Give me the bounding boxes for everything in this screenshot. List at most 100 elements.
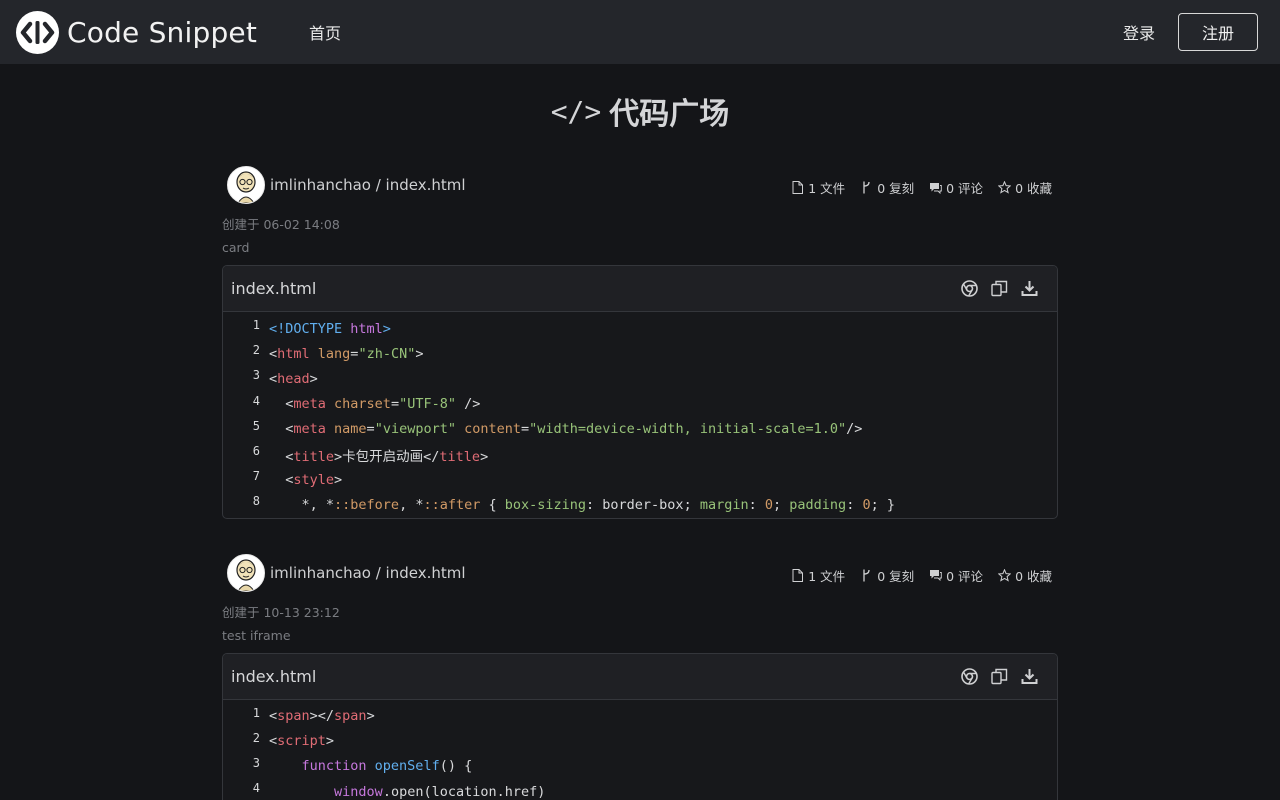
line-number: 6 (252, 443, 260, 458)
code-token: < (269, 708, 278, 725)
stars-label: 0 收藏 (1015, 181, 1052, 196)
nav-home-link[interactable]: 首页 (309, 20, 341, 44)
code-token: () { (439, 758, 473, 775)
code-text: <html lang="zh-CN"> (269, 346, 423, 362)
code-token: <!DOCTYPE (269, 320, 351, 337)
code-text: <meta name="viewport" content="width=dev… (269, 421, 862, 437)
register-button[interactable]: 注册 (1178, 13, 1258, 51)
code-token: window (334, 783, 383, 800)
code-token: lang (317, 345, 351, 362)
files-count[interactable]: 1 文件 (790, 566, 845, 585)
download-icon[interactable] (1019, 666, 1039, 686)
code-line: 7 <style> (223, 467, 1057, 492)
code-token: < (269, 733, 278, 750)
line-number: 2 (252, 730, 260, 745)
code-token: ::after (423, 496, 481, 513)
code-token: .open(location.href) (382, 783, 546, 800)
code-token: name (334, 421, 367, 438)
copy-icon[interactable] (989, 279, 1009, 299)
code-token: < (269, 421, 294, 438)
snippet-description: card (222, 240, 250, 255)
files-count[interactable]: 1 文件 (790, 178, 845, 197)
code-line: 5 <meta name="viewport" content="width=d… (223, 417, 1057, 442)
code-token: , * (399, 496, 424, 513)
created-time: 创建于 06-02 14:08 (222, 217, 340, 232)
brand-link[interactable]: Code Snippet (16, 10, 257, 54)
star-icon (997, 181, 1011, 195)
file-name: index.html (231, 279, 317, 298)
stars-count[interactable]: 0 收藏 (997, 178, 1052, 197)
code-line: 1 <!DOCTYPE html> (223, 316, 1057, 341)
code-token: < (269, 448, 294, 465)
code-token: title (439, 448, 481, 465)
code-token: html (350, 320, 383, 337)
file-panel: index.html 1 <!DOCTYPE html> 2 <html lang="… (222, 265, 1058, 519)
line-number: 2 (252, 343, 260, 358)
code-token: "viewport" (374, 421, 465, 438)
page-title-text: 代码广场 (609, 97, 730, 132)
code-line: 3 function openSelf() { (223, 754, 1057, 779)
code-token: < (269, 396, 294, 413)
code-token: margin (699, 496, 749, 513)
code-text: <!DOCTYPE html> (269, 321, 391, 337)
chrome-icon[interactable] (959, 279, 979, 299)
line-number: 3 (252, 755, 260, 770)
snippet-title-link[interactable]: imlinhanchao / index.html (270, 176, 466, 194)
code-token: "width=device-width, initial-scale=1.0" (529, 421, 847, 438)
logo-icon (16, 10, 59, 54)
code-token: /> (455, 396, 481, 413)
snippet-description: test iframe (222, 627, 291, 643)
forks-count[interactable]: 0 复刻 (859, 178, 914, 197)
code-line: 2 <html lang="zh-CN"> (223, 341, 1057, 366)
files-label: 1 文件 (808, 181, 846, 196)
code-text: <meta charset="UTF-8" /> (269, 396, 480, 412)
code-token: ; (773, 496, 790, 513)
code-token: = (390, 396, 400, 413)
code-token: > (382, 320, 391, 337)
code-line: 4 window.open(location.href) (223, 779, 1057, 800)
fork-icon (859, 568, 873, 582)
code-token: : (846, 496, 863, 513)
comments-label: 0 评论 (946, 568, 984, 584)
code-text: <style> (269, 472, 342, 488)
code-token: 0 (764, 496, 774, 513)
code-text: <script> (269, 733, 334, 749)
code-token: span (277, 708, 310, 725)
copy-icon[interactable] (989, 666, 1009, 686)
forks-count[interactable]: 0 复刻 (859, 566, 914, 585)
code-line: 4 <meta charset="UTF-8" /> (223, 392, 1057, 417)
stars-count[interactable]: 0 收藏 (997, 566, 1052, 585)
line-number: 8 (252, 494, 260, 509)
file-icon (790, 181, 804, 195)
code-text: *, *::before, *::after { box-sizing: bor… (269, 497, 895, 513)
code-token: >卡包开启动画</ (334, 448, 440, 465)
code-text: <title>卡包开启动画</title> (269, 445, 488, 465)
code-token: > (334, 471, 343, 488)
chrome-icon[interactable] (959, 666, 979, 686)
code-token: padding (789, 496, 847, 513)
star-icon (997, 568, 1011, 582)
code-token: meta (293, 421, 335, 438)
code-token: 0 (862, 496, 871, 513)
login-link[interactable]: 登录 (1123, 20, 1155, 44)
avatar[interactable] (227, 166, 265, 204)
code-token: script (277, 733, 326, 750)
snippet-card: imlinhanchao / index.html 1 文件 0 复刻 0 评论… (222, 553, 1058, 800)
code-token: function (301, 758, 375, 775)
comments-count[interactable]: 0 评论 (928, 178, 983, 197)
line-number: 3 (252, 368, 260, 383)
line-number: 5 (252, 418, 260, 433)
avatar[interactable] (227, 553, 265, 592)
comment-icon (928, 181, 942, 195)
comments-count[interactable]: 0 评论 (928, 566, 983, 585)
code-token: = (521, 421, 530, 438)
code-token: ; } (870, 496, 895, 513)
file-name: index.html (231, 666, 317, 686)
code-token: > (480, 448, 489, 465)
code-token: span (334, 708, 367, 725)
snippet-title-link[interactable]: imlinhanchao / index.html (270, 564, 466, 582)
code-token: charset (334, 396, 391, 413)
code-token: < (269, 345, 278, 362)
download-icon[interactable] (1019, 279, 1039, 299)
code-token: style (293, 471, 335, 488)
